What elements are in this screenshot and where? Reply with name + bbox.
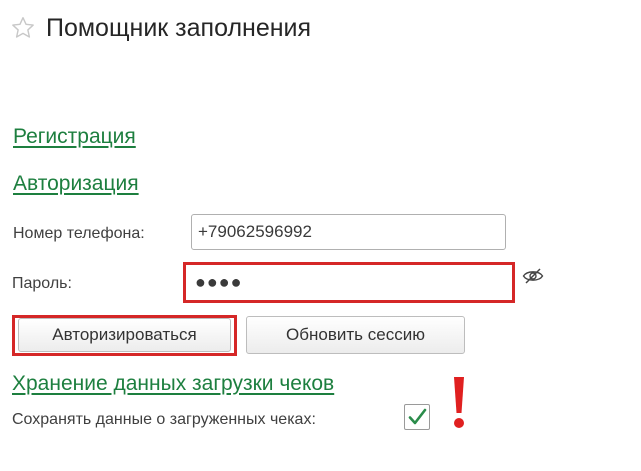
favorite-star-icon[interactable]	[10, 15, 36, 41]
password-input[interactable]: ●●●●	[189, 268, 509, 297]
registration-link[interactable]: Регистрация	[13, 124, 136, 150]
checkmark-icon	[408, 408, 427, 425]
page-title: Помощник заполнения	[46, 14, 312, 42]
receipts-storage-link[interactable]: Хранение данных загрузки чеков	[12, 371, 334, 397]
save-receipts-label: Сохранять данные о загруженных чеках:	[12, 411, 316, 428]
authorize-button[interactable]: Авторизироваться	[18, 318, 231, 352]
refresh-session-button[interactable]: Обновить сессию	[246, 316, 465, 354]
authorization-link[interactable]: Авторизация	[13, 171, 139, 197]
eye-off-icon[interactable]	[522, 267, 544, 285]
exclamation-mark-icon	[454, 377, 464, 428]
phone-label: Номер телефона:	[13, 225, 145, 242]
password-label: Пароль:	[12, 275, 72, 292]
phone-input[interactable]: +79062596992	[191, 214, 506, 250]
save-receipts-checkbox[interactable]	[404, 404, 430, 430]
